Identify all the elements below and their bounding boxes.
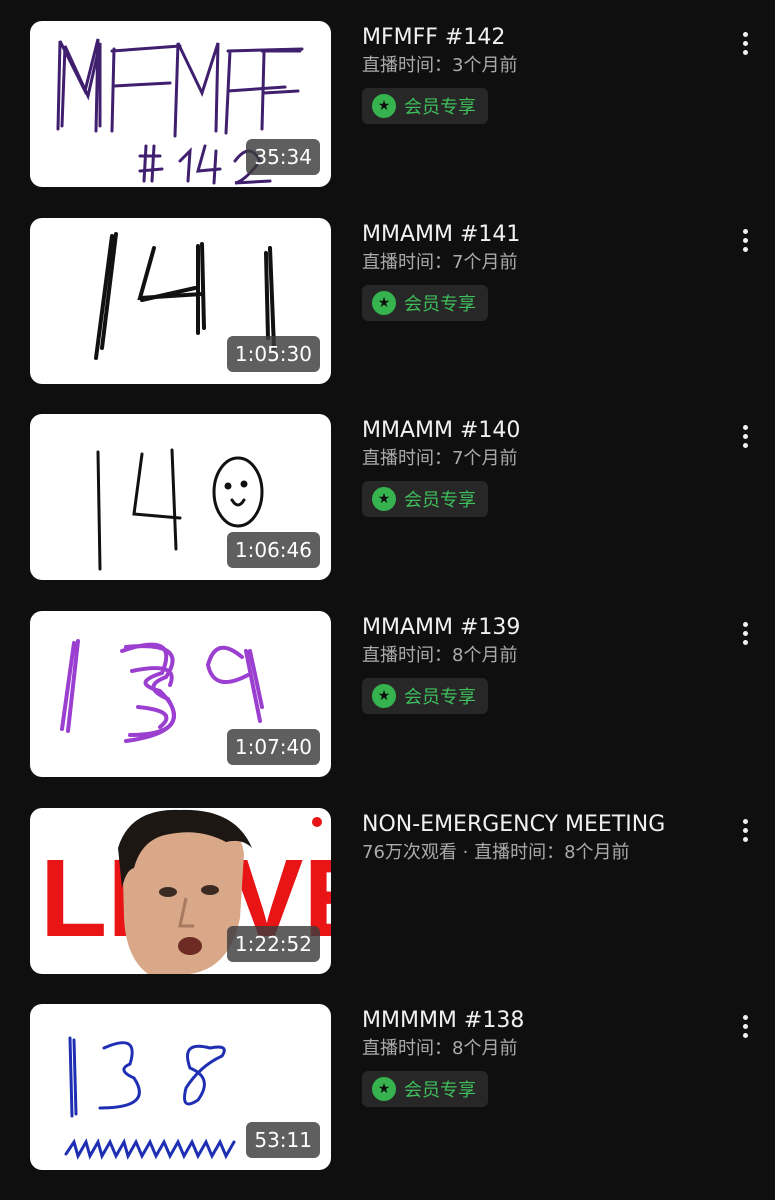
video-meta: 76万次观看 · 直播时间：8个月前 [362, 842, 630, 863]
badge-label: 会员专享 [404, 490, 476, 511]
members-only-badge: ★ 会员专享 [362, 88, 488, 124]
video-info[interactable]: MMAMM #141 直播时间：7个月前 ★ 会员专享 [362, 220, 712, 321]
menu-dot [742, 827, 748, 833]
video-title[interactable]: MFMFF #142 [362, 23, 712, 53]
members-only-badge: ★ 会员专享 [362, 481, 488, 517]
video-thumbnail[interactable]: LI VE 1:22:52 [30, 808, 331, 974]
video-title[interactable]: NON-EMERGENCY MEETING [362, 810, 712, 840]
more-vertical-icon [742, 424, 748, 430]
menu-dot [742, 433, 748, 439]
more-options-button[interactable] [730, 1008, 760, 1044]
more-vertical-icon [742, 621, 748, 627]
video-item[interactable]: 1:07:40 MMAMM #139 直播时间：8个月前 ★ 会员专享 [0, 611, 775, 781]
menu-dot [742, 49, 748, 55]
video-duration: 1:07:40 [226, 729, 320, 765]
video-title[interactable]: MMAMM #141 [362, 220, 712, 250]
menu-dot [742, 836, 748, 842]
more-vertical-icon [742, 31, 748, 37]
menu-dot [742, 40, 748, 46]
video-thumbnail[interactable]: 1:07:40 [30, 611, 331, 777]
members-only-badge: ★ 会员专享 [362, 1071, 488, 1107]
video-meta: 直播时间：7个月前 [362, 448, 518, 469]
members-only-badge: ★ 会员专享 [362, 285, 488, 321]
star-circle-icon: ★ [372, 1077, 396, 1101]
star-circle-icon: ★ [372, 291, 396, 315]
menu-dot [742, 1023, 748, 1029]
video-item[interactable]: 1:06:46 MMAMM #140 直播时间：7个月前 ★ 会员专享 [0, 414, 775, 584]
video-thumbnail[interactable]: 1:05:30 [30, 218, 331, 384]
video-info[interactable]: MMAMM #140 直播时间：7个月前 ★ 会员专享 [362, 416, 712, 517]
more-vertical-icon [742, 818, 748, 824]
more-options-button[interactable] [730, 615, 760, 651]
menu-dot [742, 237, 748, 243]
video-meta: 直播时间：7个月前 [362, 252, 518, 273]
badge-label: 会员专享 [404, 97, 476, 118]
star-circle-icon: ★ [372, 684, 396, 708]
video-info[interactable]: NON-EMERGENCY MEETING 76万次观看 · 直播时间：8个月前 [362, 810, 712, 866]
video-item[interactable]: 53:11 MMMMM #138 直播时间：8个月前 ★ 会员专享 [0, 1004, 775, 1174]
badge-label: 会员专享 [404, 1080, 476, 1101]
menu-dot [742, 639, 748, 645]
star-circle-icon: ★ [372, 94, 396, 118]
video-duration: 1:05:30 [226, 336, 320, 372]
video-duration: 1:22:52 [226, 926, 320, 962]
menu-dot [742, 1032, 748, 1038]
star-circle-icon: ★ [372, 487, 396, 511]
video-info[interactable]: MFMFF #142 直播时间：3个月前 ★ 会员专享 [362, 23, 712, 124]
video-title[interactable]: MMMMM #138 [362, 1006, 712, 1036]
menu-dot [742, 442, 748, 448]
more-options-button[interactable] [730, 222, 760, 258]
video-title[interactable]: MMAMM #140 [362, 416, 712, 446]
badge-label: 会员专享 [404, 687, 476, 708]
more-options-button[interactable] [730, 812, 760, 848]
video-duration: 35:34 [246, 139, 320, 175]
video-thumbnail[interactable]: 1:06:46 [30, 414, 331, 580]
video-meta: 直播时间：8个月前 [362, 1038, 518, 1059]
more-vertical-icon [742, 228, 748, 234]
more-options-button[interactable] [730, 25, 760, 61]
video-title[interactable]: MMAMM #139 [362, 613, 712, 643]
badge-label: 会员专享 [404, 294, 476, 315]
video-duration: 53:11 [246, 1122, 320, 1158]
menu-dot [742, 246, 748, 252]
video-thumbnail[interactable]: 35:34 [30, 21, 331, 187]
video-info[interactable]: MMAMM #139 直播时间：8个月前 ★ 会员专享 [362, 613, 712, 714]
video-item[interactable]: 35:34 MFMFF #142 直播时间：3个月前 ★ 会员专享 [0, 21, 775, 191]
video-duration: 1:06:46 [226, 532, 320, 568]
video-thumbnail[interactable]: 53:11 [30, 1004, 331, 1170]
more-vertical-icon [742, 1014, 748, 1020]
more-options-button[interactable] [730, 418, 760, 454]
video-meta: 直播时间：3个月前 [362, 55, 518, 76]
video-meta: 直播时间：8个月前 [362, 645, 518, 666]
video-info[interactable]: MMMMM #138 直播时间：8个月前 ★ 会员专享 [362, 1006, 712, 1107]
video-item[interactable]: 1:05:30 MMAMM #141 直播时间：7个月前 ★ 会员专享 [0, 218, 775, 388]
menu-dot [742, 630, 748, 636]
members-only-badge: ★ 会员专享 [362, 678, 488, 714]
video-item[interactable]: LI VE 1:22:52 NON-EMERGENCY MEETING 76万次… [0, 808, 775, 978]
